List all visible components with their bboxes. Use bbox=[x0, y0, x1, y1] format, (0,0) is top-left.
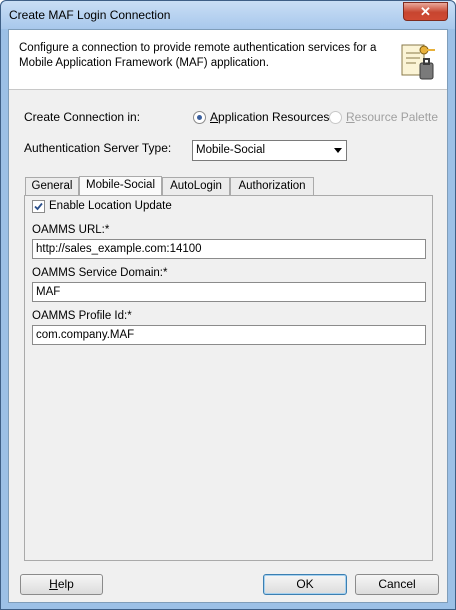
resource-palette-label[interactable]: Resource Palette bbox=[346, 110, 438, 124]
profile-id-input[interactable]: com.company.MAF bbox=[32, 325, 426, 345]
service-domain-label: OAMMS Service Domain:* bbox=[32, 267, 168, 279]
tab-autologin[interactable]: AutoLogin bbox=[162, 177, 230, 195]
header-panel: Configure a connection to provide remote… bbox=[9, 30, 447, 90]
service-domain-input[interactable]: MAF bbox=[32, 282, 426, 302]
application-resources-label[interactable]: Application Resources bbox=[210, 110, 329, 124]
window-title: Create MAF Login Connection bbox=[9, 8, 171, 22]
close-button[interactable]: ✕ bbox=[403, 2, 448, 21]
auth-server-type-label: Authentication Server Type: bbox=[24, 141, 172, 155]
resource-palette-radio[interactable] bbox=[329, 111, 342, 124]
application-resources-radio[interactable] bbox=[193, 111, 206, 124]
cancel-button[interactable]: Cancel bbox=[355, 574, 439, 595]
tab-authorization[interactable]: Authorization bbox=[230, 177, 314, 195]
title-bar[interactable]: Create MAF Login Connection ✕ bbox=[1, 1, 455, 29]
help-button[interactable]: Help bbox=[20, 574, 103, 595]
tab-mobile-social[interactable]: Mobile-Social bbox=[79, 176, 162, 196]
oamms-url-input[interactable]: http://sales_example.com:14100 bbox=[32, 239, 426, 259]
close-icon: ✕ bbox=[420, 4, 431, 19]
auth-server-type-value: Mobile-Social bbox=[196, 144, 266, 156]
ok-button[interactable]: OK bbox=[263, 574, 347, 595]
auth-server-type-select[interactable]: Mobile-Social bbox=[192, 140, 347, 161]
checkmark-icon bbox=[34, 202, 43, 211]
mobile-social-panel: Enable Location Update OAMMS URL:* http:… bbox=[24, 195, 433, 561]
header-description: Configure a connection to provide remote… bbox=[19, 42, 377, 69]
chevron-down-icon bbox=[334, 148, 342, 153]
connection-wizard-icon bbox=[401, 44, 435, 80]
dialog-window: Create MAF Login Connection ✕ Configure … bbox=[0, 0, 456, 610]
enable-location-checkbox[interactable] bbox=[32, 200, 45, 213]
profile-id-label: OAMMS Profile Id:* bbox=[32, 310, 132, 322]
create-in-label: Create Connection in: bbox=[24, 110, 141, 124]
enable-location-label[interactable]: Enable Location Update bbox=[49, 200, 172, 212]
oamms-url-label: OAMMS URL:* bbox=[32, 224, 110, 236]
tab-general[interactable]: General bbox=[25, 177, 79, 195]
dialog-body: Configure a connection to provide remote… bbox=[8, 29, 448, 603]
